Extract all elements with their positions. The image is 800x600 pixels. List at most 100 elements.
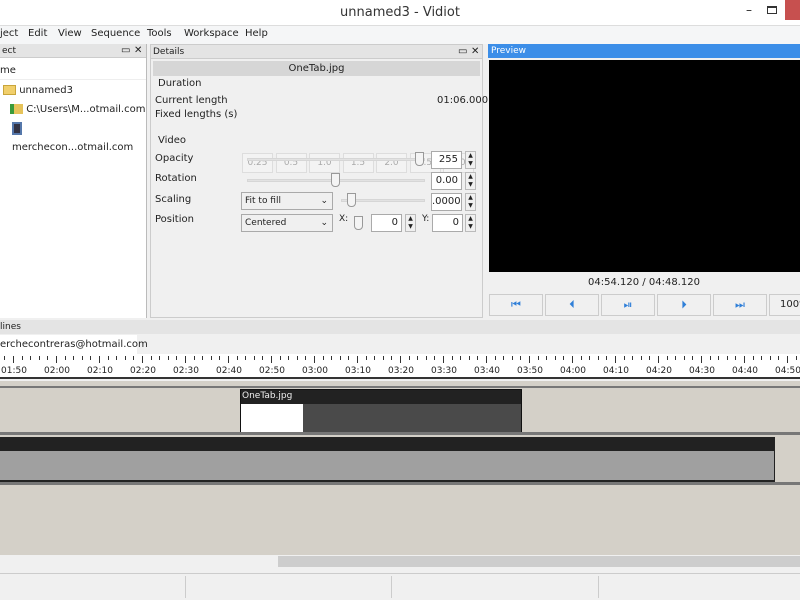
ruler-tick bbox=[382, 356, 384, 360]
skip-to-end-button[interactable]: ⏭ bbox=[713, 294, 767, 316]
ruler-tick bbox=[744, 356, 745, 363]
fixed-lengths-label: Fixed lengths (s) bbox=[155, 109, 238, 120]
fixed-length-button[interactable]: 2.0 bbox=[376, 153, 407, 173]
opacity-slider-thumb[interactable] bbox=[415, 152, 424, 166]
y-input[interactable]: 0 bbox=[432, 214, 463, 232]
ruler-tick bbox=[761, 356, 763, 360]
maximize-button[interactable] bbox=[767, 6, 777, 14]
step-back-icon: ⏴ bbox=[569, 298, 575, 311]
close-icon[interactable]: ✕ bbox=[134, 44, 142, 58]
current-length-label: Current length bbox=[155, 95, 228, 106]
menu-workspace[interactable]: Workspace bbox=[184, 28, 239, 39]
step-forward-button[interactable]: ⏵ bbox=[657, 294, 711, 316]
ruler-tick bbox=[511, 356, 513, 360]
tree-item[interactable]: C:\Users\M...otmail.com bbox=[0, 100, 146, 119]
opacity-input[interactable]: 255 bbox=[431, 151, 462, 169]
x-input[interactable]: 0 bbox=[371, 214, 402, 232]
position-select[interactable]: Centered ⌄ bbox=[241, 214, 333, 232]
ruler-tick bbox=[468, 356, 470, 360]
ruler-tick bbox=[365, 356, 367, 360]
close-icon[interactable]: ✕ bbox=[471, 45, 479, 59]
track-divider bbox=[0, 386, 800, 388]
tree-item[interactable]: merchecon...otmail.com bbox=[0, 119, 146, 153]
ruler-tick bbox=[47, 356, 49, 360]
rotation-slider-thumb[interactable] bbox=[331, 173, 340, 187]
y-spinner[interactable]: ▲ ▼ bbox=[465, 214, 476, 232]
ruler-label: 04:10 bbox=[603, 366, 629, 376]
scaling-select[interactable]: Fit to fill ⌄ bbox=[241, 192, 333, 210]
ruler-tick bbox=[64, 356, 66, 360]
scaling-spinner[interactable]: ▲ ▼ bbox=[465, 193, 476, 211]
minimize-button[interactable]: – bbox=[746, 3, 752, 17]
ruler-tick bbox=[769, 356, 771, 360]
ruler-tick bbox=[443, 356, 444, 363]
step-back-button[interactable]: ⏴ bbox=[545, 294, 599, 316]
ruler-tick bbox=[271, 356, 272, 363]
x-spinner[interactable]: ▲ ▼ bbox=[405, 214, 416, 232]
video-section: Video bbox=[158, 135, 187, 146]
float-icon[interactable]: ▭ bbox=[121, 44, 130, 58]
scrollbar-thumb[interactable] bbox=[278, 556, 800, 567]
skip-to-start-button[interactable]: ⏮ bbox=[489, 294, 543, 316]
tab-sequence[interactable]: erchecontreras@hotmail.com bbox=[0, 335, 148, 354]
ruler-tick bbox=[529, 356, 530, 363]
ruler-tick bbox=[133, 356, 135, 360]
ruler-tick bbox=[56, 356, 57, 363]
horizontal-scrollbar[interactable] bbox=[0, 555, 800, 568]
menu-project[interactable]: ject bbox=[0, 28, 18, 39]
fixed-length-button[interactable]: 0.25 bbox=[242, 153, 273, 173]
x-slider-thumb[interactable] bbox=[354, 216, 363, 230]
scaling-input[interactable]: .0000 bbox=[431, 193, 462, 211]
menu-view[interactable]: View bbox=[58, 28, 82, 39]
fixed-length-button[interactable]: 0.5 bbox=[275, 153, 307, 173]
ruler-tick bbox=[554, 356, 556, 360]
panel-header: Preview bbox=[488, 44, 800, 58]
ruler-label: 03:40 bbox=[474, 366, 500, 376]
current-length-value: 01:06.000 bbox=[437, 95, 489, 106]
play-button[interactable]: ⏯ bbox=[601, 294, 655, 316]
ruler-label: 04:00 bbox=[560, 366, 586, 376]
zoom-select[interactable]: 100% bbox=[769, 294, 800, 316]
ruler-tick bbox=[193, 356, 195, 360]
file-name: OneTab.jpg bbox=[153, 61, 480, 76]
ruler-tick bbox=[185, 356, 186, 363]
menu-sequence[interactable]: Sequence bbox=[91, 28, 140, 39]
ruler-tick bbox=[709, 356, 711, 360]
ruler-tick bbox=[90, 356, 92, 360]
title-bar: unnamed3 - Vidiot – bbox=[0, 0, 800, 26]
status-bar bbox=[0, 573, 800, 600]
play-pause-icon: ⏯ bbox=[623, 298, 633, 311]
tree-item[interactable]: unnamed3 bbox=[0, 81, 146, 100]
ruler-tick bbox=[408, 356, 410, 360]
ruler-tick bbox=[486, 356, 487, 363]
ruler-tick bbox=[391, 356, 393, 360]
preview-video bbox=[489, 60, 800, 272]
rotation-input[interactable]: 0.00 bbox=[431, 172, 462, 190]
video-clip[interactable]: OneTab.jpg bbox=[240, 389, 522, 432]
x-label: X: bbox=[339, 214, 349, 224]
chevron-down-icon: ⌄ bbox=[320, 218, 328, 228]
float-icon[interactable]: ▭ bbox=[458, 45, 467, 59]
close-button[interactable] bbox=[785, 0, 800, 20]
ruler-label: 02:20 bbox=[130, 366, 156, 376]
ruler-tick bbox=[494, 356, 496, 360]
opacity-slider[interactable] bbox=[247, 158, 425, 161]
ruler-tick bbox=[752, 356, 754, 360]
ruler-tick bbox=[658, 356, 659, 363]
ruler-tick bbox=[228, 356, 229, 363]
ruler-tick bbox=[477, 356, 479, 360]
rotation-spinner[interactable]: ▲ ▼ bbox=[465, 172, 476, 190]
ruler-tick bbox=[124, 356, 126, 360]
menu-tools[interactable]: Tools bbox=[147, 28, 172, 39]
fixed-length-button[interactable]: 1.0 bbox=[309, 153, 340, 173]
menu-help[interactable]: Help bbox=[245, 28, 268, 39]
window-title: unnamed3 - Vidiot bbox=[340, 5, 460, 20]
opacity-spinner[interactable]: ▲ ▼ bbox=[465, 151, 476, 169]
column-header[interactable]: me bbox=[0, 61, 146, 80]
audio-clip[interactable] bbox=[0, 437, 775, 482]
skip-to-end-icon: ⏭ bbox=[735, 298, 745, 311]
ruler-label: 02:50 bbox=[259, 366, 285, 376]
menu-edit[interactable]: Edit bbox=[28, 28, 47, 39]
fixed-length-button[interactable]: 1.5 bbox=[342, 153, 374, 173]
scaling-slider-thumb[interactable] bbox=[347, 193, 356, 207]
